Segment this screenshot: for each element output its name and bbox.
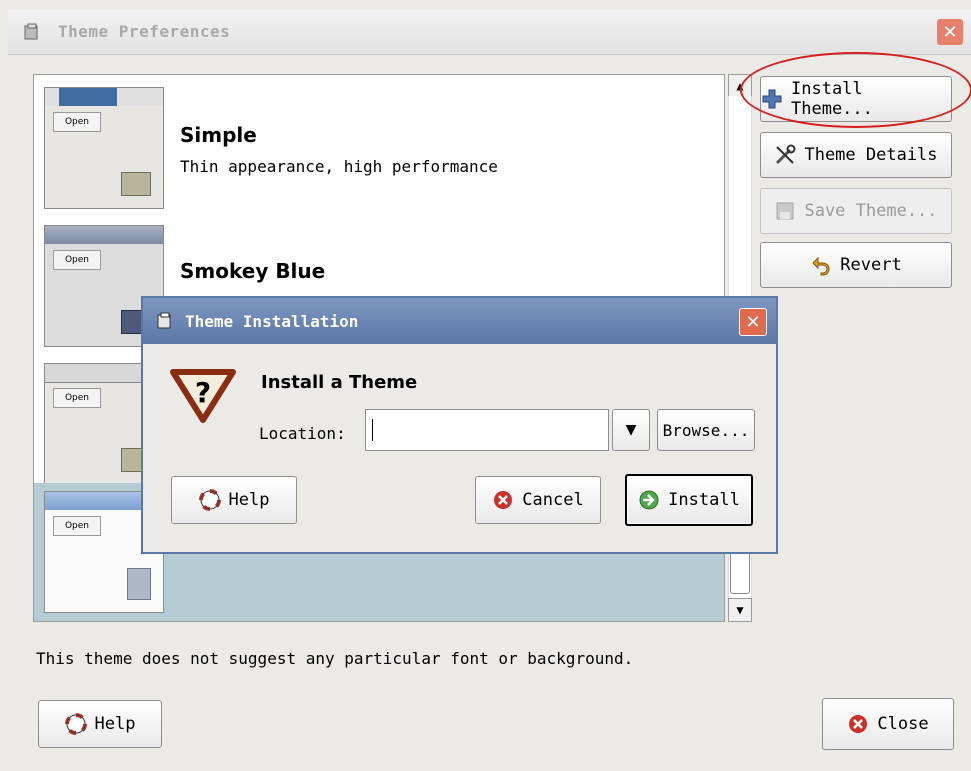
theme-installation-dialog: Theme Installation ✕ ? Install a Theme L… [141,296,778,554]
cancel-icon [494,491,513,509]
theme-name: Smokey Blue [180,259,326,283]
svg-text:?: ? [195,376,211,409]
window-title: Theme Preferences [58,22,231,41]
dialog-install-label: Install [668,490,740,510]
dialog-titlebar: Theme Installation ✕ [143,298,776,344]
app-icon [24,23,38,40]
dialog-heading: Install a Theme [261,372,418,393]
tools-icon [776,144,796,165]
dialog-help-label: Help [228,490,270,510]
lifebuoy-icon [198,489,221,511]
document-icon [127,568,151,600]
preview-open-button: Open [53,250,101,270]
preview-titlebar [45,226,163,244]
revert-label: Revert [840,255,902,275]
dialog-close-icon[interactable]: ✕ [739,308,767,336]
save-theme-label: Save Theme... [804,201,938,221]
location-input[interactable] [365,409,609,451]
dialog-title: Theme Installation [185,312,359,331]
scroll-down-button[interactable]: ▼ [728,598,752,622]
annotation-circle [740,52,971,128]
theme-preview: Open [44,87,164,209]
location-dropdown-button[interactable]: ▼ [612,409,650,451]
theme-details-label: Theme Details [804,145,938,165]
preview-open-button: Open [53,388,101,408]
save-icon [776,202,794,220]
theme-name: Simple [180,123,257,147]
theme-row-simple[interactable]: Open Simple Thin appearance, high perfor… [34,75,724,215]
dialog-help-button[interactable]: Help [171,476,297,524]
app-icon [157,312,171,329]
dialog-cancel-label: Cancel [522,490,584,510]
theme-info-message: This theme does not suggest any particul… [36,649,634,668]
browse-label: Browse... [662,420,750,440]
theme-description: Thin appearance, high performance [180,157,498,176]
dialog-install-button[interactable]: Install [625,474,753,526]
help-label: Help [94,714,136,734]
folder-icon [121,172,151,196]
close-button[interactable]: Close [822,698,954,750]
close-label: Close [877,714,929,734]
lifebuoy-icon [64,713,87,735]
cancel-icon [849,715,868,733]
chevron-down-icon: ▼ [625,422,637,438]
preview-open-button: Open [53,516,101,536]
save-theme-button[interactable]: Save Theme... [760,188,952,234]
text-cursor [372,419,373,441]
window-titlebar: Theme Preferences ✕ [8,10,971,55]
preview-open-button: Open [53,112,101,132]
question-icon: ? [170,369,236,423]
forward-arrow-icon [639,490,659,510]
help-button[interactable]: Help [38,700,162,748]
window-close-icon[interactable]: ✕ [937,19,963,45]
revert-arrow-icon [812,256,830,276]
location-label: Location: [259,424,346,443]
dialog-cancel-button[interactable]: Cancel [475,476,601,524]
preview-titlebar [45,88,163,106]
theme-details-button[interactable]: Theme Details [760,132,952,178]
browse-button[interactable]: Browse... [657,409,755,451]
revert-button[interactable]: Revert [760,242,952,288]
